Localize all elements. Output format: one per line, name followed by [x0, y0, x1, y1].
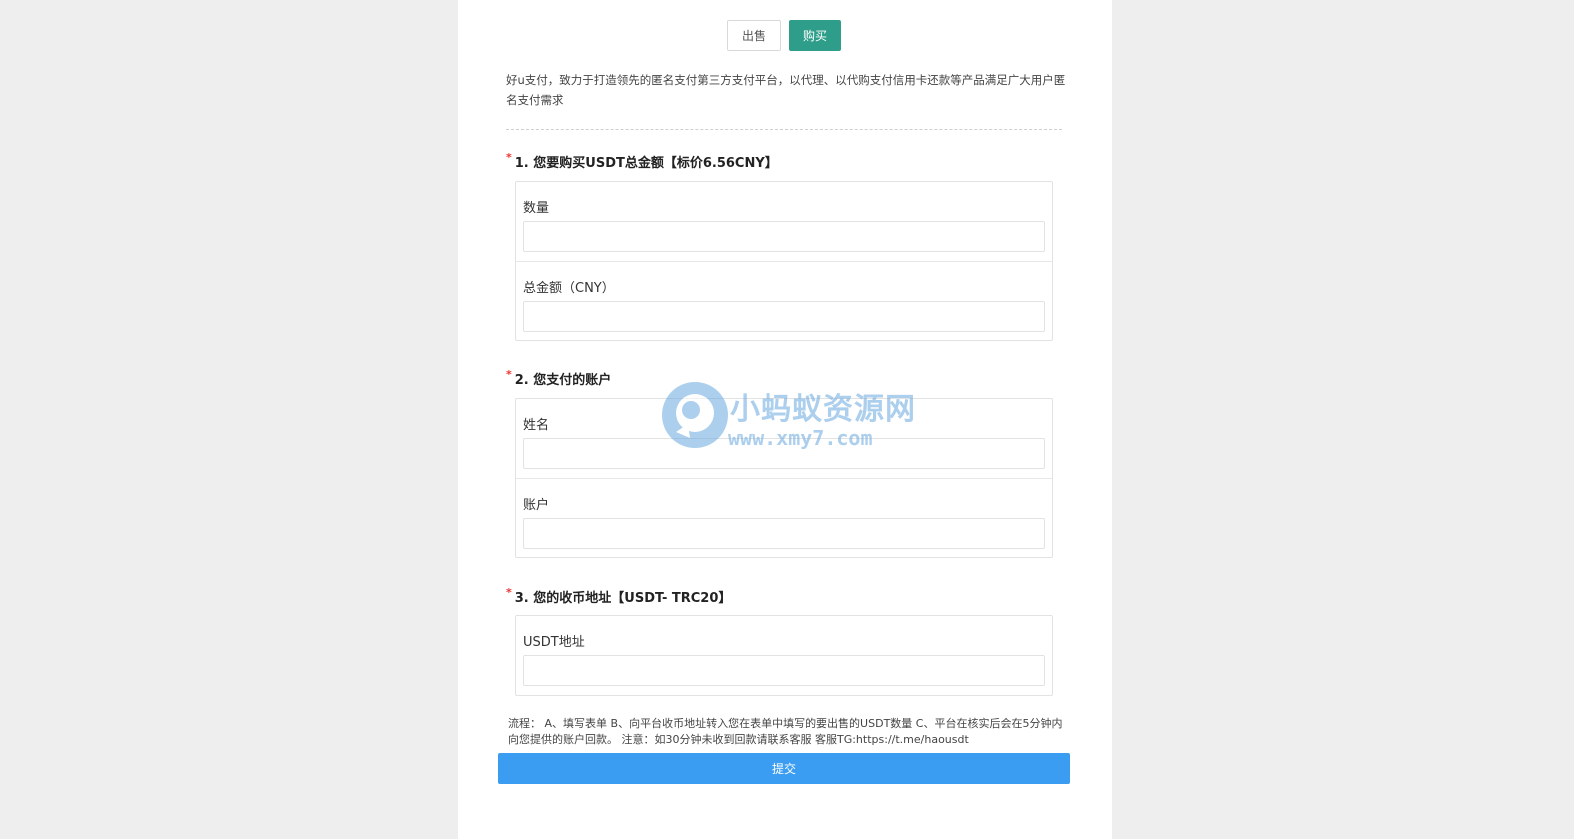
- order-form-panel: 出售 购买 好u支付，致力于打造领先的匿名支付第三方支付平台，以代理、以代购支付…: [458, 0, 1112, 839]
- section-1-group: 数量 总金额（CNY）: [515, 181, 1053, 341]
- section-1-title-text: 1. 您要购买USDT总金额【标价6.56CNY】: [514, 156, 778, 171]
- account-label: 账户: [523, 498, 550, 513]
- name-label: 姓名: [523, 418, 550, 433]
- name-field: 姓名: [516, 399, 1052, 478]
- section-3-group: USDT地址: [515, 615, 1053, 696]
- section-3-title-text: 3. 您的收币地址【USDT- TRC20】: [514, 591, 732, 606]
- account-input[interactable]: [523, 518, 1045, 549]
- total-amount-label: 总金额（CNY）: [523, 281, 615, 296]
- required-mark: *: [506, 586, 512, 599]
- usdt-address-field: USDT地址: [516, 616, 1052, 695]
- quantity-label: 数量: [523, 201, 550, 216]
- quantity-field: 数量: [516, 182, 1052, 261]
- section-1-title: * 1. 您要购买USDT总金额【标价6.56CNY】: [506, 151, 778, 172]
- section-3-title: * 3. 您的收币地址【USDT- TRC20】: [506, 586, 732, 607]
- section-2-title: * 2. 您支付的账户: [506, 368, 612, 389]
- name-input[interactable]: [523, 438, 1045, 469]
- sell-tab-button[interactable]: 出售: [727, 20, 781, 51]
- total-amount-field: 总金额（CNY）: [516, 261, 1052, 340]
- required-mark: *: [506, 368, 512, 381]
- buy-tab-button[interactable]: 购买: [789, 20, 841, 51]
- section-2-group: 姓名 账户: [515, 398, 1053, 558]
- quantity-input[interactable]: [523, 221, 1045, 252]
- submit-button[interactable]: 提交: [498, 753, 1070, 784]
- usdt-address-input[interactable]: [523, 655, 1045, 686]
- intro-text: 好u支付，致力于打造领先的匿名支付第三方支付平台，以代理、以代购支付信用卡还款等…: [506, 73, 1066, 107]
- usdt-address-label: USDT地址: [523, 635, 585, 650]
- total-amount-input[interactable]: [523, 301, 1045, 332]
- process-note: 流程： A、填写表单 B、向平台收币地址转入您在表单中填写的要出售的USDT数量…: [508, 717, 1063, 746]
- section-2-title-text: 2. 您支付的账户: [514, 373, 612, 388]
- divider: [506, 129, 1062, 130]
- required-mark: *: [506, 151, 512, 164]
- account-field: 账户: [516, 478, 1052, 557]
